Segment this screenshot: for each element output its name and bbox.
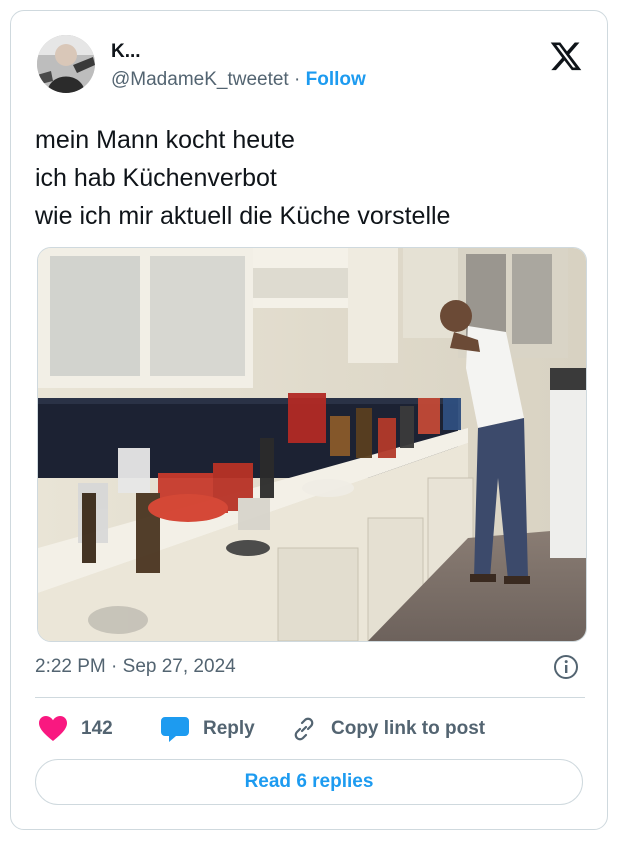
tweet-timestamp[interactable]: 2:22 PM · Sep 27, 2024	[35, 656, 236, 678]
tweet-time: 2:22 PM	[35, 656, 106, 677]
follow-button[interactable]: Follow	[306, 69, 366, 90]
read-replies-button[interactable]: Read 6 replies	[35, 759, 583, 805]
speech-bubble-icon	[161, 717, 189, 742]
link-icon	[294, 717, 314, 741]
author-handle-row: @MadameK_tweetet · Follow	[111, 69, 366, 91]
info-icon[interactable]	[553, 654, 579, 680]
avatar[interactable]	[37, 35, 95, 93]
timestamp-separator: ·	[111, 656, 118, 677]
author-display-name[interactable]: K...	[111, 41, 141, 63]
tweet-photo[interactable]	[37, 247, 587, 642]
tweet-text-line: ich hab Küchenverbot	[35, 164, 277, 192]
x-logo-icon[interactable]	[549, 39, 583, 73]
tweet-date: Sep 27, 2024	[122, 656, 236, 677]
tweet-text: mein Mann kocht heute ich hab Küchenverb…	[35, 121, 595, 235]
tweet-actions: 142 Reply Copy link to post	[11, 711, 609, 747]
tweet-text-line: mein Mann kocht heute	[35, 126, 295, 154]
copy-link-label: Copy link to post	[331, 718, 486, 739]
like-button[interactable]: 142	[39, 711, 113, 747]
tweet-card: K... @MadameK_tweetet · Follow mein Mann…	[10, 10, 608, 830]
reply-label: Reply	[203, 718, 255, 739]
reply-button[interactable]: Reply	[161, 711, 255, 747]
like-count: 142	[81, 718, 113, 739]
handle-separator: ·	[294, 69, 301, 90]
divider	[35, 697, 585, 698]
read-replies-label: Read 6 replies	[244, 771, 374, 792]
copy-link-button[interactable]: Copy link to post	[291, 711, 485, 747]
heart-icon	[39, 716, 67, 741]
author-handle[interactable]: @MadameK_tweetet	[111, 69, 289, 90]
tweet-text-line: wie ich mir aktuell die Küche vorstelle	[35, 202, 451, 230]
